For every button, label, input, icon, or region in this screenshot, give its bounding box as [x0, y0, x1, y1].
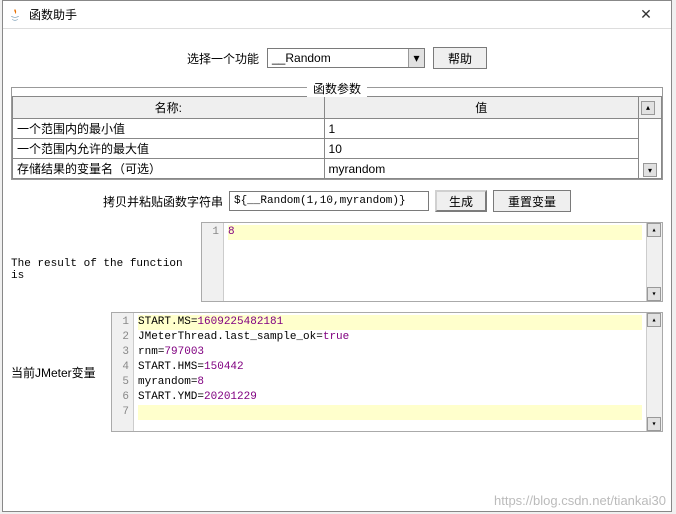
vars-label: 当前JMeter变量 — [11, 312, 111, 381]
java-icon — [7, 7, 23, 23]
result-row: The result of the function is 1 8 ▴▾ — [11, 222, 663, 302]
function-dropdown[interactable]: __Random ▾ — [267, 48, 425, 68]
vars-body: START.MS=1609225482181JMeterThread.last_… — [134, 313, 646, 431]
vars-editor[interactable]: 1234567 START.MS=1609225482181JMeterThre… — [111, 312, 663, 432]
col-header-name: 名称: — [13, 97, 325, 119]
function-string-value: ${__Random(1,10,myrandom)} — [234, 195, 406, 207]
result-value: 8 — [228, 226, 235, 238]
table-row: 一个范围内允许的最大值 10 — [13, 139, 662, 159]
function-select-row: 选择一个功能 __Random ▾ 帮助 — [11, 47, 663, 69]
vars-scrollbar[interactable]: ▴▾ — [646, 313, 662, 431]
table-row: 存储结果的变量名（可选） myrandom — [13, 159, 662, 179]
scrollbar-track[interactable]: ▾ — [639, 119, 662, 179]
param-value-cell[interactable]: 1 — [324, 119, 638, 139]
result-body: 8 — [224, 223, 646, 301]
params-table: 名称: 值 ▴ 一个范围内的最小值 1 ▾ 一个范围内允许的最大值 10 存储结… — [12, 96, 662, 179]
vars-row: 当前JMeter变量 1234567 START.MS=160922548218… — [11, 312, 663, 432]
titlebar: 函数助手 ✕ — [3, 1, 671, 29]
param-name-cell: 一个范围内允许的最大值 — [13, 139, 325, 159]
param-value-cell[interactable]: myrandom — [324, 159, 638, 179]
help-button[interactable]: 帮助 — [433, 47, 487, 69]
table-scrollbar[interactable]: ▴ — [639, 97, 662, 119]
col-header-value: 值 — [324, 97, 638, 119]
select-function-label: 选择一个功能 — [187, 50, 259, 67]
reset-vars-button[interactable]: 重置变量 — [493, 190, 571, 212]
window-frame: 函数助手 ✕ 选择一个功能 __Random ▾ 帮助 函数参数 名称: 值 ▴… — [2, 0, 672, 512]
param-value-cell[interactable]: 10 — [324, 139, 638, 159]
vars-gutter: 1234567 — [112, 313, 134, 431]
generate-button[interactable]: 生成 — [435, 190, 487, 212]
result-editor[interactable]: 1 8 ▴▾ — [201, 222, 663, 302]
param-name-cell: 存储结果的变量名（可选） — [13, 159, 325, 179]
chevron-down-icon: ▾ — [408, 49, 424, 67]
result-scrollbar[interactable]: ▴▾ — [646, 223, 662, 301]
param-name-cell: 一个范围内的最小值 — [13, 119, 325, 139]
function-dropdown-value: __Random — [272, 51, 331, 65]
params-panel: 函数参数 名称: 值 ▴ 一个范围内的最小值 1 ▾ 一个范围内允许的最大值 1… — [11, 87, 663, 180]
watermark: https://blog.csdn.net/tiankai30 — [494, 493, 666, 508]
gutter: 1 — [202, 223, 224, 301]
result-label: The result of the function is — [11, 222, 201, 282]
function-string-input[interactable]: ${__Random(1,10,myrandom)} — [229, 191, 429, 211]
content: 选择一个功能 __Random ▾ 帮助 函数参数 名称: 值 ▴ 一个范围内的… — [3, 29, 671, 440]
close-button[interactable]: ✕ — [625, 4, 667, 26]
table-row: 一个范围内的最小值 1 ▾ — [13, 119, 662, 139]
copy-row: 拷贝并粘贴函数字符串 ${__Random(1,10,myrandom)} 生成… — [11, 190, 663, 212]
copy-label: 拷贝并粘贴函数字符串 — [103, 193, 223, 210]
window-title: 函数助手 — [29, 6, 625, 23]
params-title: 函数参数 — [307, 80, 367, 97]
